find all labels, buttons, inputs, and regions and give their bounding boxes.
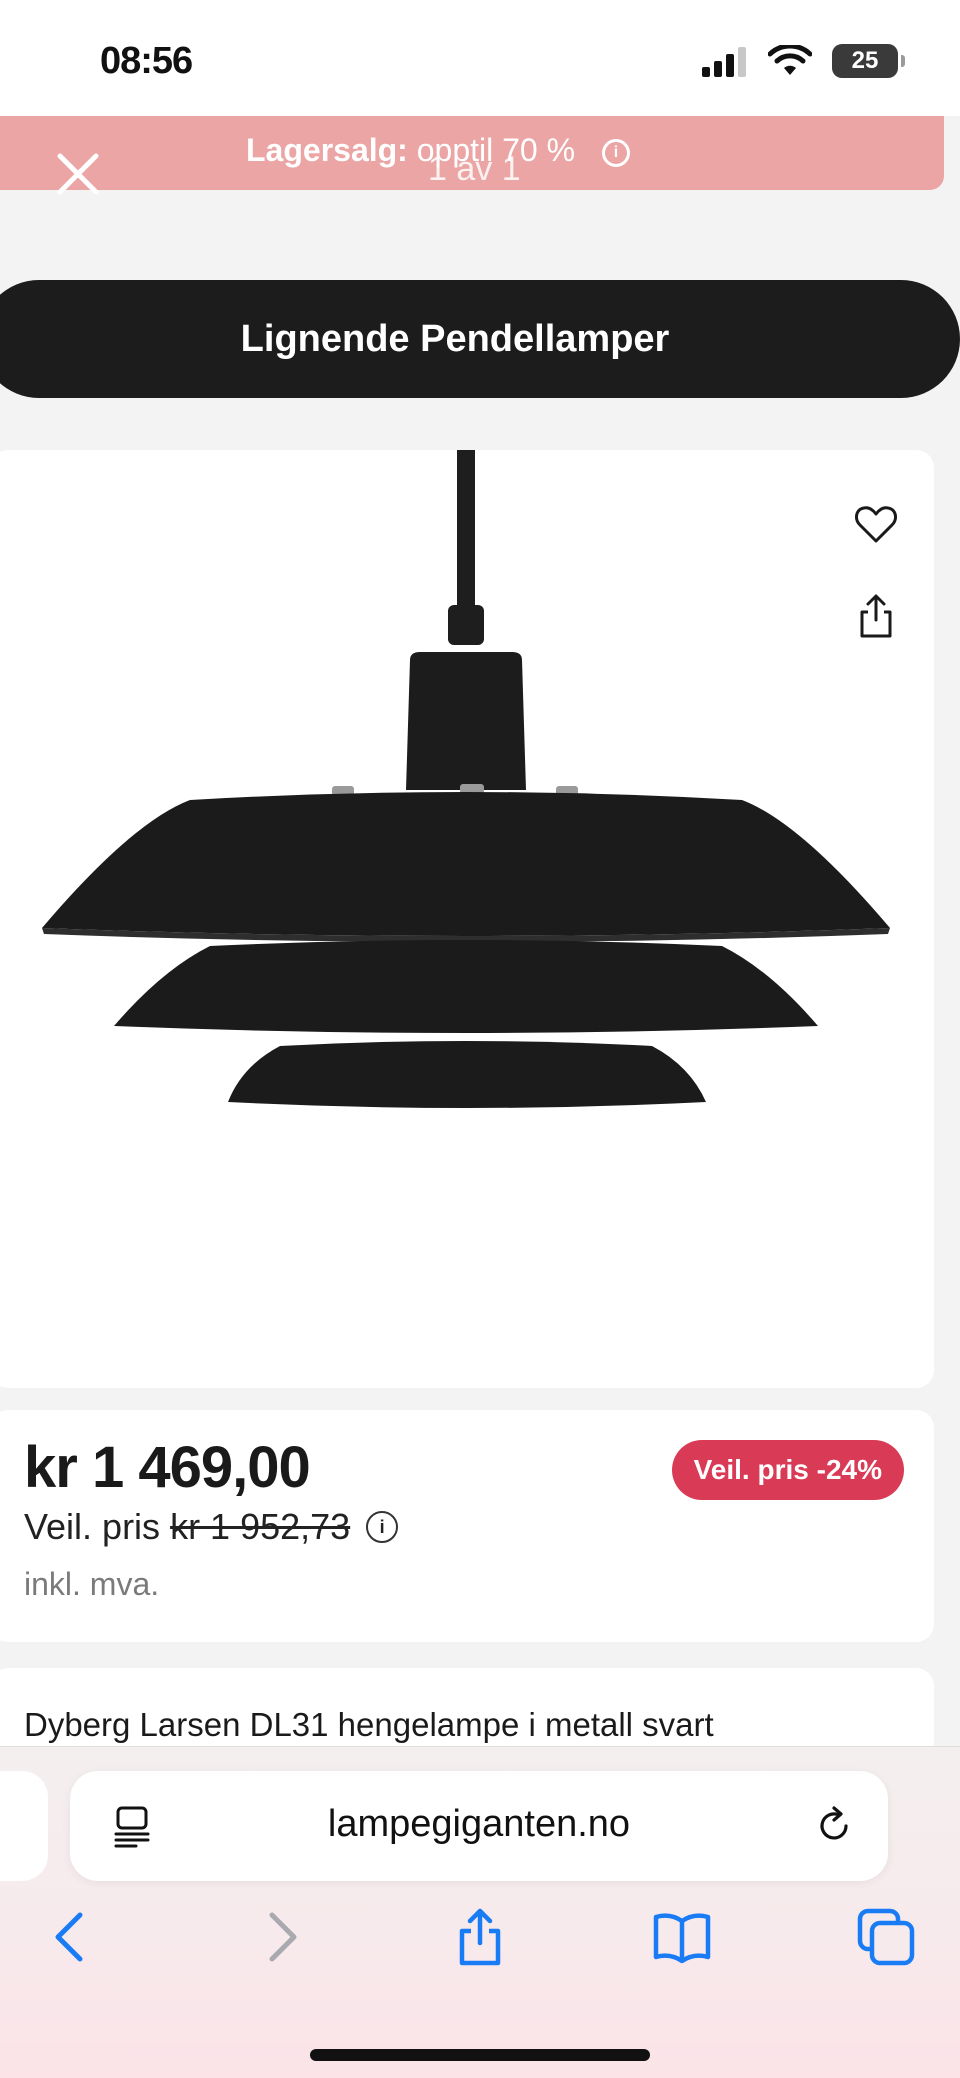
- vat-note: inkl. mva.: [24, 1566, 160, 1602]
- discount-badge: Veil. pris -24%: [671, 1440, 904, 1500]
- status-bar: 08:56 25: [0, 0, 960, 116]
- cellular-signal-icon: [702, 47, 746, 77]
- battery-icon: 25: [832, 44, 905, 78]
- address-bar[interactable]: lampegiganten.no: [70, 1771, 888, 1881]
- product-title: Dyberg Larsen DL31 hengelampe i metall s…: [24, 1706, 714, 1743]
- status-icons: 25: [702, 44, 905, 78]
- previous-tab-preview[interactable]: [0, 1771, 48, 1881]
- bookmarks-icon[interactable]: [652, 1907, 712, 1967]
- product-image[interactable]: [0, 450, 934, 1388]
- promo-label: Lagersalg:: [246, 132, 408, 168]
- status-time: 08:56: [100, 40, 193, 82]
- forward-icon[interactable]: [250, 1907, 310, 1967]
- rrp-line: Veil. pris kr 1 952,73 i: [24, 1506, 399, 1548]
- rrp-label: Veil. pris: [24, 1506, 161, 1547]
- info-icon[interactable]: i: [366, 1511, 399, 1543]
- wifi-icon: [768, 45, 812, 75]
- image-counter: 1 av 1: [428, 150, 521, 188]
- similar-pendants-label: Lignende Pendellamper: [240, 317, 670, 360]
- reload-icon[interactable]: [812, 1804, 856, 1848]
- similar-pendants-button[interactable]: Lignende Pendellamper: [0, 280, 960, 398]
- current-price: kr 1 469,00: [24, 1435, 311, 1500]
- share-icon[interactable]: [450, 1907, 510, 1967]
- rrp-value: kr 1 952,73: [170, 1506, 351, 1547]
- battery-level: 25: [851, 47, 879, 74]
- price-card: kr 1 469,00 Veil. pris -24% Veil. pris k…: [0, 1410, 934, 1642]
- url-text: lampegiganten.no: [327, 1803, 631, 1845]
- back-icon[interactable]: [42, 1907, 102, 1967]
- product-image-card: [0, 450, 934, 1388]
- share-icon[interactable]: [852, 592, 900, 640]
- tabs-icon[interactable]: [856, 1907, 916, 1967]
- home-indicator: [310, 2049, 650, 2061]
- browser-toolbar: lampegiganten.no: [0, 1746, 960, 2078]
- close-icon[interactable]: [52, 148, 104, 200]
- info-icon[interactable]: i: [601, 139, 630, 167]
- heart-icon[interactable]: [852, 500, 900, 548]
